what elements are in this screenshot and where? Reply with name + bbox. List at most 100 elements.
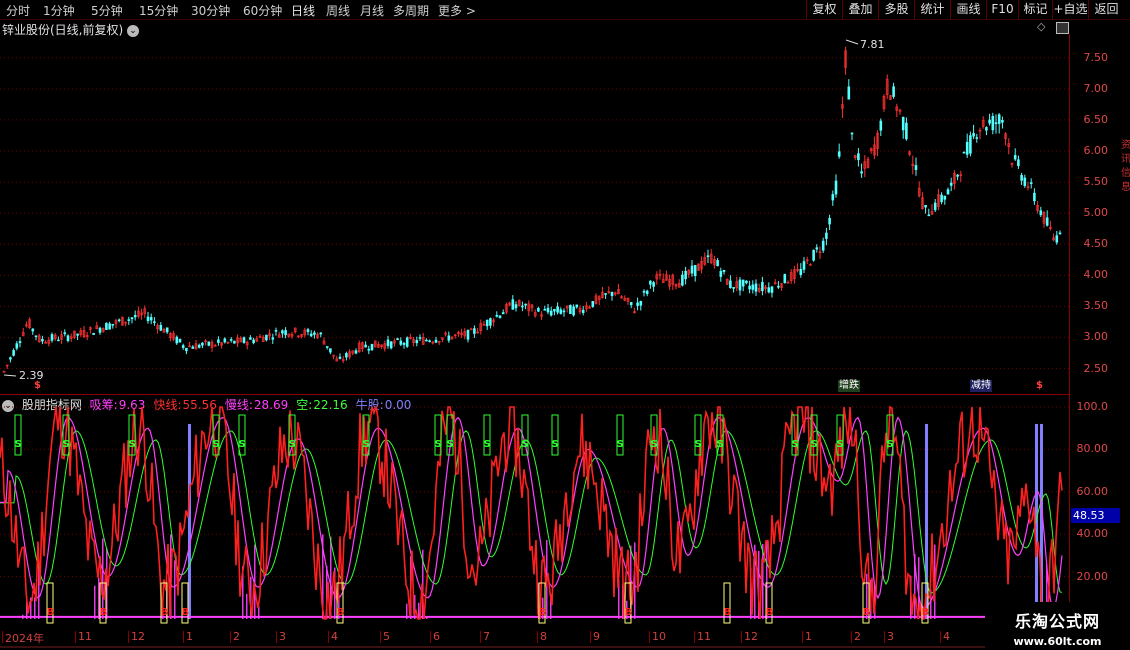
price-axis: 7.50 7.00 6.50 6.00 5.50 5.00 4.50 4.00 3.50 3.00… [1070,34,1120,395]
marker-dollar-2[interactable]: $ [1036,380,1043,391]
candle-body [57,339,60,342]
overlay-button[interactable]: 叠加 [842,0,878,20]
sell-mark: S [239,439,246,450]
multi-stock-button[interactable]: 多股 [878,0,914,20]
candle-body [9,357,12,360]
candle-body [553,309,556,312]
candle-body [693,264,697,276]
candle-body [498,315,502,318]
sell-mark: S [837,439,844,450]
scroll-bar[interactable] [0,644,1070,650]
candle-body [777,285,780,288]
absorb-bar [246,593,248,619]
candle-body [546,307,550,313]
statistics-button[interactable]: 统计 [914,0,950,20]
candle-body [754,283,758,292]
candle-body [485,319,489,327]
candle-body [639,300,643,306]
candle-body [684,270,687,280]
candle-body [812,249,815,261]
candle-body [415,340,419,344]
panel-toggle-icon[interactable] [1056,22,1069,34]
candle-body [857,153,860,160]
time-tick [276,631,277,643]
info-side-strip[interactable]: 资讯信息 [1120,20,1130,580]
period-tab-timeshare[interactable]: 分时 [6,2,30,19]
candle-body [127,319,131,321]
time-tick [328,631,329,643]
absorb-bar [94,585,96,619]
candle-body [473,328,476,334]
candle-body [879,120,883,131]
period-tab-monthly[interactable]: 月线 [360,2,384,19]
period-tab-1min[interactable]: 1分钟 [43,2,75,19]
period-tab-30min[interactable]: 30分钟 [191,2,230,19]
time-tick [884,631,885,643]
candle-body [274,330,278,332]
sell-mark: S [651,439,658,450]
candle-body [543,309,547,311]
candle-body [399,340,403,345]
add-watchlist-button[interactable]: +自选 [1052,0,1088,20]
mark-button[interactable]: 标记 [1018,0,1052,20]
f10-button[interactable]: F10 [986,0,1018,20]
candle-body [681,274,684,286]
period-tab-60min[interactable]: 60分钟 [243,2,282,19]
sell-mark: S [213,439,220,450]
candle-body [175,336,179,344]
candle-body [1033,192,1036,202]
candle-body [815,247,819,250]
candle-body [770,286,774,293]
candle-body [949,182,953,186]
candle-body [1055,235,1059,243]
candle-body [847,86,851,100]
candle-body [31,328,35,332]
time-axis: 2024年 11 12 1 2 3 4 5 6 7 8 9 10 11 12 1 2 3 4 [0,630,1070,645]
watermark-title: 乐淘公式网 [1014,612,1100,631]
candle-body [645,290,649,295]
candle-body [396,338,399,340]
indicator-chart[interactable]: S S S S S S S S S S S S S S S S S S S SB B B B B B B B B B B [0,395,1070,630]
candle-body [306,329,310,332]
period-tab-weekly[interactable]: 周线 [326,2,350,19]
time-tick-label: 3 [887,630,894,643]
period-tab-multi[interactable]: 多周期 [393,2,429,19]
candle-body [281,330,284,334]
back-button[interactable]: 返回 [1088,0,1124,20]
candle-body [338,356,342,359]
candle-body [466,329,470,340]
time-tick-label: 12 [744,630,758,643]
marker-increase-label: 增 [839,380,849,391]
candle-body [447,335,451,341]
indicator-tick-label: 20.00 [1076,569,1109,583]
draw-line-button[interactable]: 画线 [950,0,986,20]
period-tab-15min[interactable]: 15分钟 [139,2,178,19]
candle-body [425,339,428,342]
restore-right-button[interactable]: 复权 [806,0,842,20]
candle-body [965,141,969,155]
marker-increase[interactable]: 增跌 [838,380,860,392]
buy-mark: B [539,607,547,618]
price-tick-label: 6.00 [1083,144,1109,157]
candle-body [975,137,979,139]
period-tab-daily[interactable]: 日线 [291,2,315,19]
candle-body [284,330,287,336]
price-chart[interactable] [0,34,1070,395]
candle-body [729,280,732,289]
marker-decrease[interactable]: 减持 [970,380,992,392]
chevron-right-icon: > [465,4,476,18]
side-strip-char: 资 [1121,140,1130,151]
candle-body [943,195,947,200]
candle-body [562,310,566,313]
price-tick-label: 5.00 [1083,206,1109,220]
price-tick-label: 4.50 [1083,237,1109,251]
period-tab-5min[interactable]: 5分钟 [91,2,123,19]
candle-body [514,304,518,309]
marker-dollar-1[interactable]: $ [34,380,41,391]
candle-body [837,151,841,157]
diamond-icon[interactable]: ◇ [1037,21,1047,32]
time-tick [128,631,129,643]
candle-body [716,260,719,267]
period-tab-more[interactable]: 更多 > [438,2,476,19]
indicator-tick-label: 80.00 [1076,442,1109,456]
